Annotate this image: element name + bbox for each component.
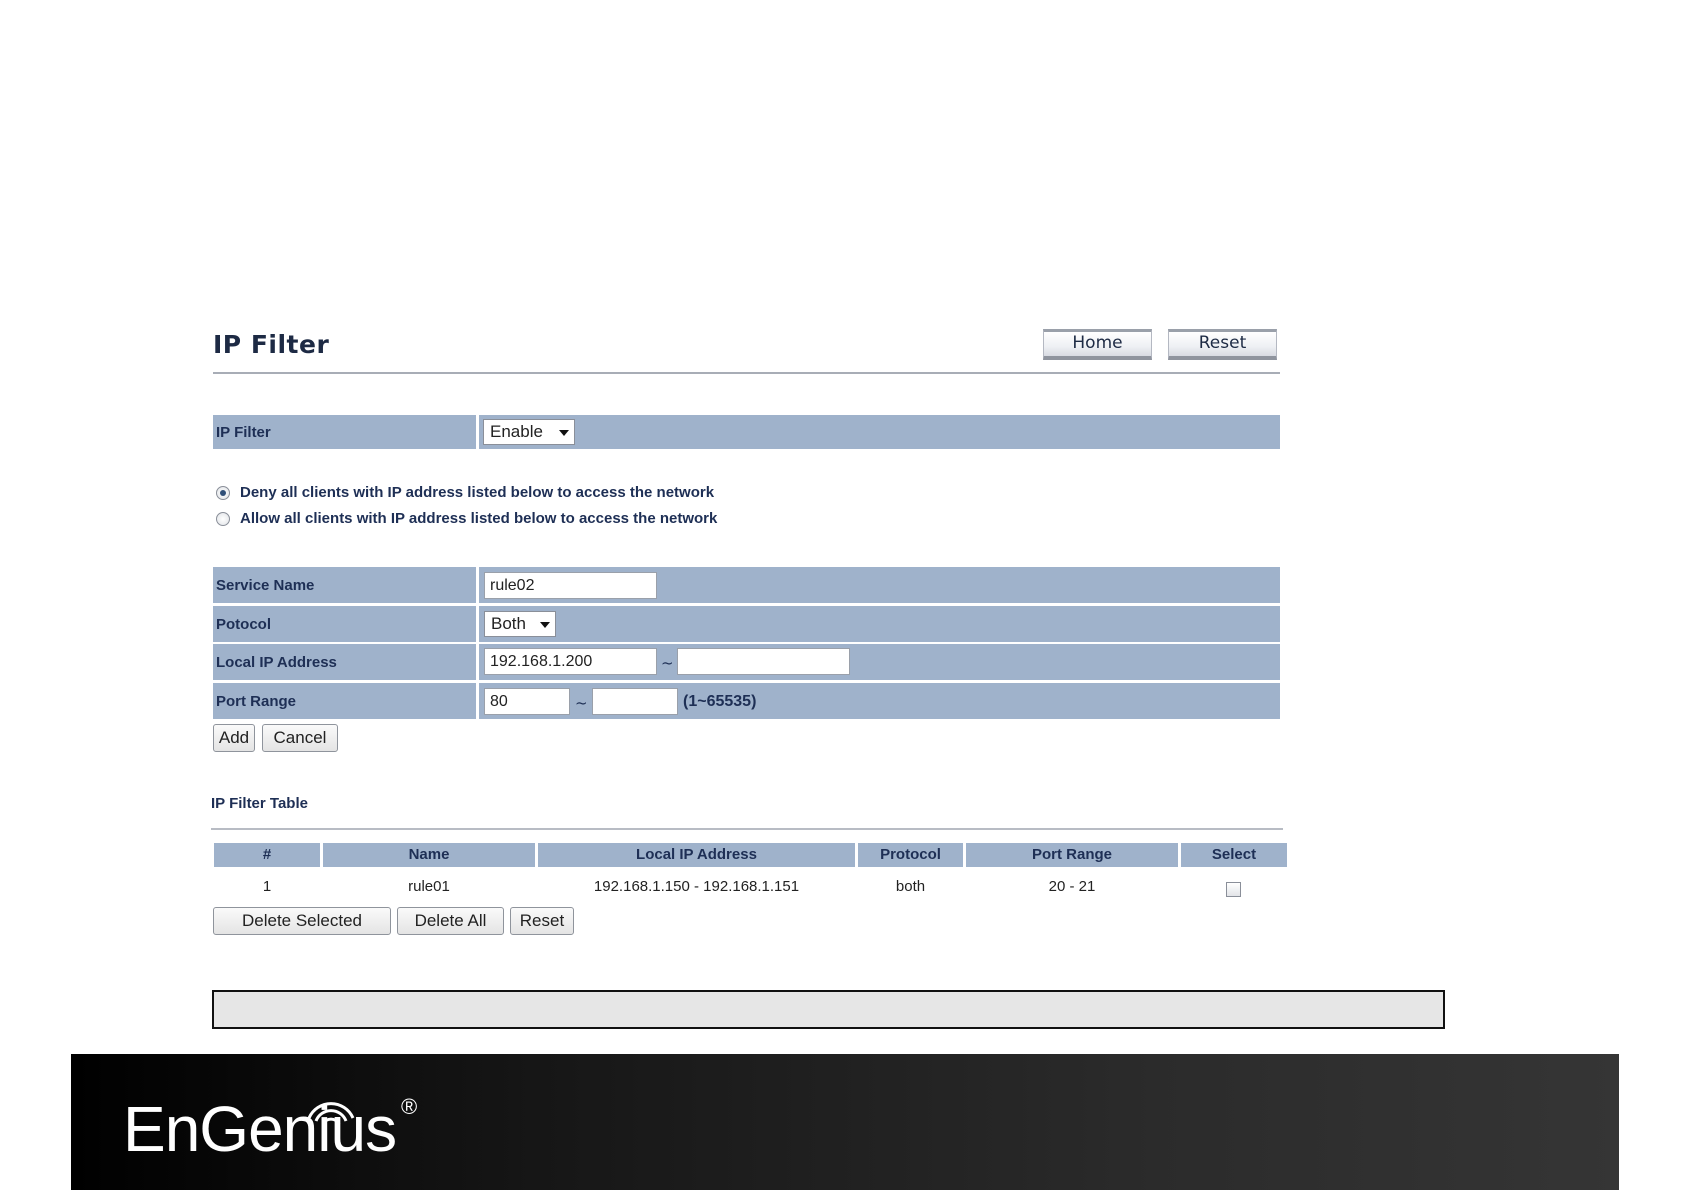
reset-top-button[interactable]: Reset xyxy=(1168,329,1277,360)
page-title: IP Filter xyxy=(213,330,330,359)
title-divider xyxy=(213,372,1280,374)
port-range-label: Port Range xyxy=(213,683,479,719)
column-header-number: # xyxy=(214,843,320,867)
local-ip-start-input[interactable] xyxy=(484,648,657,675)
table-cell-protocol: both xyxy=(895,878,926,895)
ip-filter-select-value: Enable xyxy=(490,422,543,441)
footer-banner: EnGenius ® xyxy=(71,1054,1619,1190)
service-name-label: Service Name xyxy=(213,567,479,603)
allow-option[interactable]: Allow all clients with IP address listed… xyxy=(216,510,717,527)
range-separator: ~ xyxy=(661,654,674,672)
allow-option-label: Allow all clients with IP address listed… xyxy=(240,510,718,527)
protocol-select[interactable]: Both xyxy=(484,611,556,637)
range-separator: ~ xyxy=(575,694,588,712)
status-bar xyxy=(212,990,1445,1029)
table-cell-port-range: 20 - 21 xyxy=(1048,878,1096,895)
delete-all-button[interactable]: Delete All xyxy=(397,907,504,935)
table-title: IP Filter Table xyxy=(211,795,308,812)
deny-option[interactable]: Deny all clients with IP address listed … xyxy=(216,484,714,501)
ip-filter-select[interactable]: Enable xyxy=(483,419,575,445)
cancel-button[interactable]: Cancel xyxy=(262,724,338,752)
column-header-port-range: Port Range xyxy=(966,843,1178,867)
deny-option-label: Deny all clients with IP address listed … xyxy=(240,484,715,501)
home-button[interactable]: Home xyxy=(1043,329,1152,360)
row-select-checkbox[interactable] xyxy=(1226,882,1241,897)
ip-filter-label: IP Filter xyxy=(213,415,479,449)
port-range-hint: (1~65535) xyxy=(683,693,757,710)
engenius-logo: EnGenius xyxy=(123,1093,397,1165)
column-header-name: Name xyxy=(323,843,535,867)
table-cell-name: rule01 xyxy=(408,878,450,895)
service-name-input[interactable] xyxy=(484,572,657,599)
deny-radio[interactable] xyxy=(216,485,230,500)
column-header-local-ip: Local IP Address xyxy=(538,843,855,867)
add-button[interactable]: Add xyxy=(213,724,255,752)
local-ip-label: Local IP Address xyxy=(213,644,479,680)
column-header-select: Select xyxy=(1181,843,1287,867)
allow-radio[interactable] xyxy=(216,511,230,526)
table-cell-number: 1 xyxy=(262,878,272,895)
registered-mark: ® xyxy=(401,1094,418,1119)
protocol-select-value: Both xyxy=(491,614,526,633)
column-header-protocol: Protocol xyxy=(858,843,963,867)
ip-filter-row: IP Filter Enable xyxy=(213,415,1280,449)
protocol-label: Potocol xyxy=(213,606,479,642)
table-divider xyxy=(211,828,1283,830)
service-name-row: Service Name xyxy=(213,567,1280,603)
port-range-row: Port Range ~ (1~65535) xyxy=(213,683,1280,719)
reset-table-button[interactable]: Reset xyxy=(510,907,574,935)
local-ip-row: Local IP Address ~ xyxy=(213,644,1280,680)
local-ip-end-input[interactable] xyxy=(677,648,850,675)
port-end-input[interactable] xyxy=(592,688,678,715)
chevron-down-icon xyxy=(559,430,569,436)
port-start-input[interactable] xyxy=(484,688,570,715)
table-cell-local-ip: 192.168.1.150 - 192.168.1.151 xyxy=(593,878,800,895)
delete-selected-button[interactable]: Delete Selected xyxy=(213,907,391,935)
protocol-row: Potocol Both xyxy=(213,606,1280,642)
chevron-down-icon xyxy=(540,622,550,628)
